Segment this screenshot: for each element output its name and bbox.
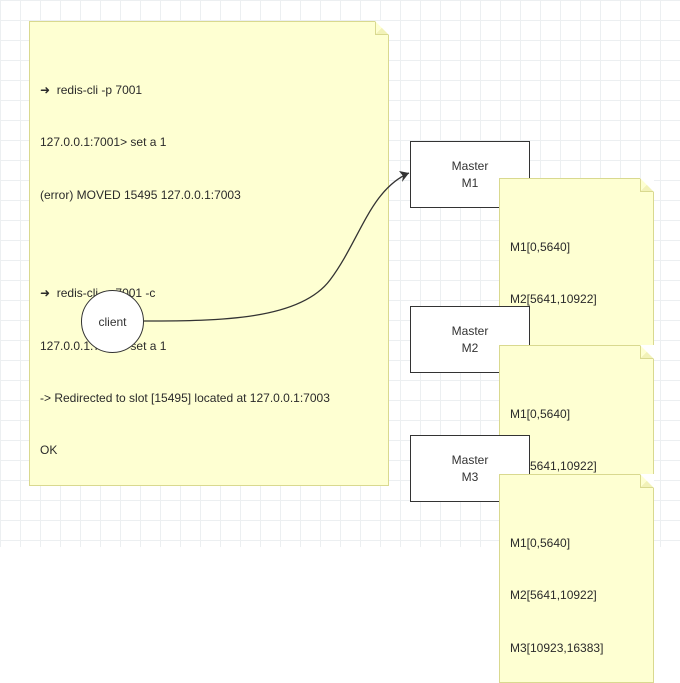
dog-ear-icon xyxy=(640,345,654,359)
slot-note-m3: M1[0,5640] M2[5641,10922] M3[10923,16383… xyxy=(499,474,654,683)
terminal-line: 127.0.0.1:7001> set a 1 xyxy=(40,134,378,151)
master-sub: M2 xyxy=(462,340,479,356)
terminal-line: -> Redirected to slot [15495] located at… xyxy=(40,390,378,407)
dog-ear-icon xyxy=(640,474,654,488)
master-sub: M3 xyxy=(462,469,479,485)
slot-line: M2[5641,10922] xyxy=(510,587,643,604)
dog-ear-icon xyxy=(640,178,654,192)
slot-line: M1[0,5640] xyxy=(510,239,643,256)
slot-line: M3[10923,16383] xyxy=(510,640,643,657)
master-title: Master xyxy=(452,158,489,174)
terminal-line: OK xyxy=(40,442,378,459)
terminal-line: ➜ redis-cli -p 7001 xyxy=(40,82,378,99)
slot-line: M1[0,5640] xyxy=(510,535,643,552)
dog-ear-icon xyxy=(375,21,389,35)
client-node: client xyxy=(81,290,144,353)
client-label: client xyxy=(98,315,126,329)
slot-line: M1[0,5640] xyxy=(510,406,643,423)
terminal-line: (error) MOVED 15495 127.0.0.1:7003 xyxy=(40,187,378,204)
master-sub: M1 xyxy=(462,175,479,191)
terminal-blank-line xyxy=(40,239,378,251)
master-title: Master xyxy=(452,323,489,339)
terminal-note: ➜ redis-cli -p 7001 127.0.0.1:7001> set … xyxy=(29,21,389,486)
master-title: Master xyxy=(452,452,489,468)
